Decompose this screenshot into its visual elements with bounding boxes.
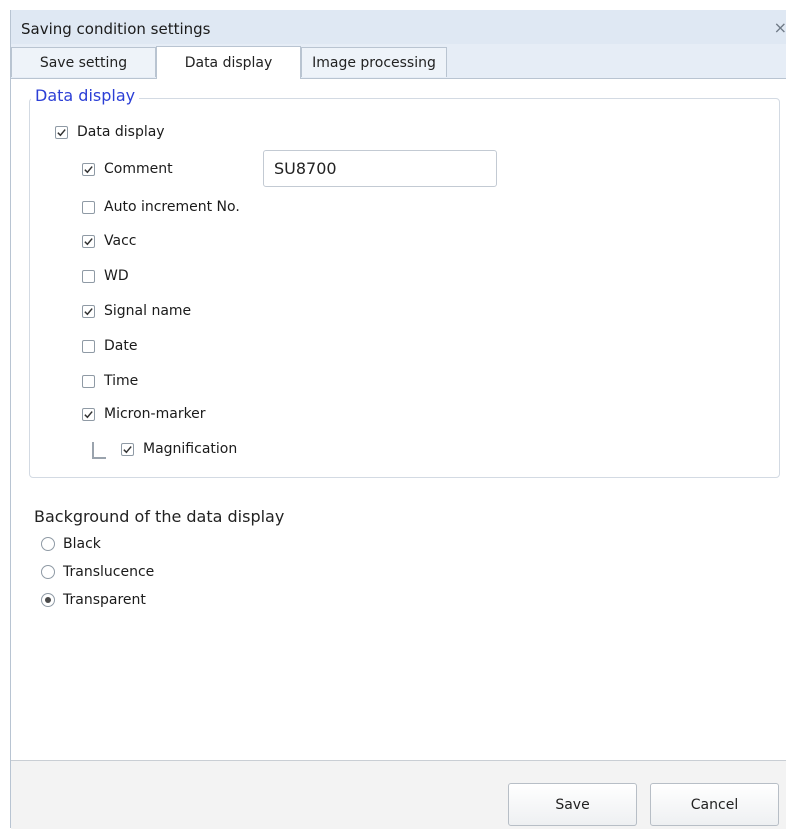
data-display-checkbox[interactable]: Data display xyxy=(55,124,165,140)
checkbox-label: Vacc xyxy=(104,233,137,249)
radio-translucence[interactable]: Translucence xyxy=(41,564,154,580)
checkbox-label: Comment xyxy=(104,161,173,177)
checkbox-unchecked-icon xyxy=(82,200,95,214)
dialog-footer: Save Cancel xyxy=(11,760,786,829)
checkbox-checked-icon xyxy=(82,234,95,248)
tree-branch-connector xyxy=(92,442,106,459)
checkbox-label: Auto increment No. xyxy=(104,199,240,215)
comment-input[interactable] xyxy=(263,150,497,187)
title-bar: Saving condition settings × xyxy=(11,10,786,44)
radio-black[interactable]: Black xyxy=(41,536,101,552)
checkbox-unchecked-icon xyxy=(82,269,95,283)
date-checkbox[interactable]: Date xyxy=(82,338,137,354)
dialog-window: Saving condition settings × Save setting… xyxy=(10,10,786,829)
close-icon[interactable]: × xyxy=(774,18,786,37)
checkbox-label: Micron-marker xyxy=(104,406,206,422)
checkbox-checked-icon xyxy=(82,304,95,318)
tab-bar: Save setting Data display Image processi… xyxy=(11,44,786,79)
micron-marker-checkbox[interactable]: Micron-marker xyxy=(82,406,206,422)
magnification-checkbox[interactable]: Magnification xyxy=(121,441,237,457)
group-legend: Data display xyxy=(31,86,140,105)
save-button[interactable]: Save xyxy=(508,783,637,826)
checkbox-unchecked-icon xyxy=(82,374,95,388)
wd-checkbox[interactable]: WD xyxy=(82,268,129,284)
checkbox-label: Data display xyxy=(77,124,165,140)
time-checkbox[interactable]: Time xyxy=(82,373,138,389)
radio-selected-icon xyxy=(41,593,55,607)
dialog-title: Saving condition settings xyxy=(21,20,211,38)
radio-unselected-icon xyxy=(41,537,55,551)
checkbox-label: WD xyxy=(104,268,129,284)
comment-checkbox[interactable]: Comment xyxy=(82,161,173,177)
checkbox-label: Time xyxy=(104,373,139,389)
checkbox-checked-icon xyxy=(82,162,95,176)
checkbox-unchecked-icon xyxy=(82,339,95,353)
checkbox-checked-icon xyxy=(55,125,68,139)
checkbox-checked-icon xyxy=(82,407,95,421)
checkbox-label: Signal name xyxy=(104,303,192,319)
cancel-button[interactable]: Cancel xyxy=(650,783,779,826)
signal-name-checkbox[interactable]: Signal name xyxy=(82,303,191,319)
background-heading: Background of the data display xyxy=(34,507,285,526)
radio-label: Black xyxy=(63,536,101,552)
tab-save-setting[interactable]: Save setting xyxy=(11,47,156,77)
radio-label: Translucence xyxy=(63,564,155,580)
tab-image-processing[interactable]: Image processing xyxy=(301,47,447,77)
radio-transparent[interactable]: Transparent xyxy=(41,592,146,608)
vacc-checkbox[interactable]: Vacc xyxy=(82,233,136,249)
radio-label: Transparent xyxy=(63,592,146,608)
checkbox-checked-icon xyxy=(121,442,134,456)
radio-unselected-icon xyxy=(41,565,55,579)
auto-increment-checkbox[interactable]: Auto increment No. xyxy=(82,199,240,215)
checkbox-label: Magnification xyxy=(143,441,238,457)
checkbox-label: Date xyxy=(104,338,138,354)
tab-data-display[interactable]: Data display xyxy=(156,46,301,79)
